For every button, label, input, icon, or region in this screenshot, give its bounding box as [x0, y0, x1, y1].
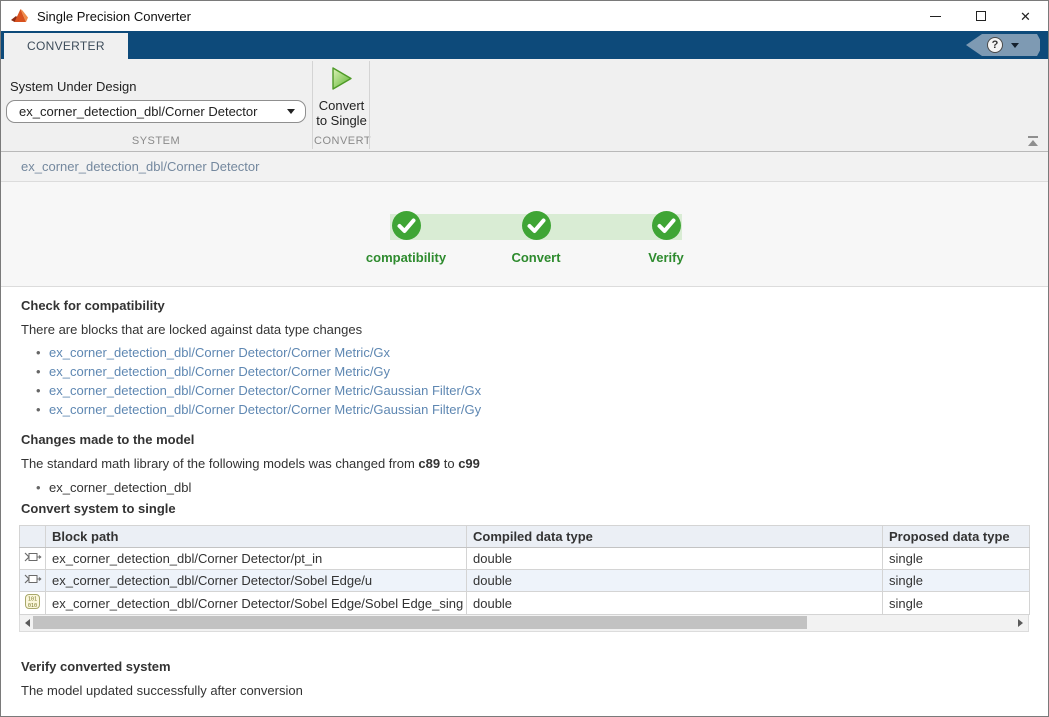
scroll-right-icon	[1018, 618, 1023, 627]
block-link[interactable]: ex_corner_detection_dbl/Corner Detector/…	[49, 345, 390, 360]
verify-text: The model updated successfully after con…	[21, 683, 303, 698]
convert-section-label: CONVERT	[314, 135, 372, 147]
cell-compiled: double	[466, 591, 883, 615]
changes-text-before: The standard math library of the followi…	[21, 456, 419, 471]
tab-converter[interactable]: CONVERTER	[4, 33, 128, 59]
maximize-icon	[975, 11, 986, 21]
check-circle-icon	[391, 210, 422, 244]
step-verify: Verify	[606, 210, 726, 265]
system-under-design-label: System Under Design	[10, 79, 137, 94]
cell-compiled: double	[466, 547, 883, 570]
cell-proposed: single	[882, 591, 1030, 615]
help-button[interactable]: ?	[966, 34, 1040, 56]
minimize-button[interactable]	[913, 1, 958, 31]
matlab-logo-icon	[10, 8, 29, 24]
list-item: ex_corner_detection_dbl/Corner Detector/…	[21, 362, 1028, 381]
report-content: Check for compatibility There are blocks…	[1, 287, 1048, 716]
column-header-proposed[interactable]: Proposed data type	[882, 525, 1030, 548]
step-label: Convert	[511, 250, 561, 265]
changes-heading: Changes made to the model	[21, 432, 195, 447]
changes-text: The standard math library of the followi…	[21, 456, 1028, 471]
convert-button-label: Convert to Single	[316, 98, 367, 128]
toolbar-separator	[369, 61, 370, 149]
block-link[interactable]: ex_corner_detection_dbl/Corner Detector/…	[49, 364, 390, 379]
chevron-down-icon	[1011, 42, 1019, 48]
inport-icon	[19, 547, 46, 570]
column-header-compiled[interactable]: Compiled data type	[466, 525, 883, 548]
check-circle-icon	[521, 210, 552, 244]
conversion-table: Block path Compiled data type Proposed d…	[19, 525, 1030, 615]
column-header-block-path[interactable]: Block path	[45, 525, 467, 548]
cell-proposed: single	[882, 569, 1030, 592]
dropdown-caret-icon	[287, 109, 295, 114]
cell-block-path: ex_corner_detection_dbl/Corner Detector/…	[45, 547, 467, 570]
breadcrumb: ex_corner_detection_dbl/Corner Detector	[1, 152, 1048, 182]
scroll-left-icon	[25, 618, 30, 627]
step-label: compatibility	[365, 250, 447, 265]
changed-models-list: ex_corner_detection_dbl	[21, 478, 1028, 497]
table-row[interactable]: ex_corner_detection_dbl/Corner Detector/…	[19, 547, 1030, 570]
window-title: Single Precision Converter	[37, 8, 191, 24]
check-circle-icon	[651, 210, 682, 244]
cell-block-path: ex_corner_detection_dbl/Corner Detector/…	[45, 569, 467, 592]
list-item: ex_corner_detection_dbl	[21, 478, 1028, 497]
convert-to-single-button[interactable]: Convert to Single	[315, 65, 368, 131]
system-dropdown[interactable]: ex_corner_detection_dbl/Corner Detector	[6, 100, 306, 123]
lib-to: c99	[458, 456, 480, 471]
collapse-toolstrip-button[interactable]	[1026, 136, 1040, 148]
binary-block-icon: 101 010	[19, 591, 46, 615]
system-section-label: SYSTEM	[131, 135, 181, 147]
block-link[interactable]: ex_corner_detection_dbl/Corner Detector/…	[49, 402, 481, 417]
table-header-row: Block path Compiled data type Proposed d…	[19, 525, 1030, 548]
help-icon: ?	[987, 37, 1003, 53]
list-item: ex_corner_detection_dbl/Corner Detector/…	[21, 381, 1028, 400]
window-controls: ✕	[913, 1, 1048, 31]
close-icon: ✕	[1020, 8, 1031, 24]
play-icon	[328, 65, 355, 95]
convert-heading: Convert system to single	[21, 501, 176, 516]
compatibility-heading: Check for compatibility	[21, 298, 165, 313]
minimize-icon	[930, 15, 941, 17]
progress-steps: compatibility Convert Verify	[1, 182, 1048, 287]
svg-text:010: 010	[28, 603, 37, 609]
verify-heading: Verify converted system	[21, 659, 171, 674]
block-link[interactable]: ex_corner_detection_dbl/Corner Detector/…	[49, 383, 481, 398]
step-convert: Convert	[476, 210, 596, 265]
cell-compiled: double	[466, 569, 883, 592]
svg-text:101: 101	[28, 597, 37, 603]
system-dropdown-value: ex_corner_detection_dbl/Corner Detector	[19, 104, 258, 119]
table-row[interactable]: 101 010 ex_corner_detection_dbl/Corner De…	[19, 591, 1030, 615]
collapse-toolstrip-icon	[1028, 136, 1038, 138]
scroll-right-button[interactable]	[1013, 615, 1028, 630]
close-button[interactable]: ✕	[1003, 1, 1048, 31]
locked-blocks-list: ex_corner_detection_dbl/Corner Detector/…	[21, 343, 1028, 419]
cell-block-path: ex_corner_detection_dbl/Corner Detector/…	[45, 591, 467, 615]
inport-icon	[19, 569, 46, 592]
step-compatibility: compatibility	[346, 210, 466, 265]
table-row[interactable]: ex_corner_detection_dbl/Corner Detector/…	[19, 569, 1030, 592]
ribbon: CONVERTER ?	[1, 31, 1048, 59]
maximize-button[interactable]	[958, 1, 1003, 31]
toolstrip: System Under Design ex_corner_detection_…	[1, 59, 1048, 152]
step-label: Verify	[648, 250, 684, 265]
horizontal-scrollbar[interactable]	[19, 615, 1029, 632]
icon-column-header	[19, 525, 46, 548]
app-window: Single Precision Converter ✕ CONVERTER ?…	[0, 0, 1049, 717]
title-bar: Single Precision Converter ✕	[1, 1, 1048, 31]
cell-proposed: single	[882, 547, 1030, 570]
changes-text-between: to	[440, 456, 459, 471]
compatibility-text: There are blocks that are locked against…	[21, 322, 363, 337]
lib-from: c89	[418, 456, 441, 471]
toolbar-separator	[312, 61, 313, 149]
scrollbar-thumb[interactable]	[33, 616, 807, 629]
list-item: ex_corner_detection_dbl/Corner Detector/…	[21, 343, 1028, 362]
list-item: ex_corner_detection_dbl/Corner Detector/…	[21, 400, 1028, 419]
